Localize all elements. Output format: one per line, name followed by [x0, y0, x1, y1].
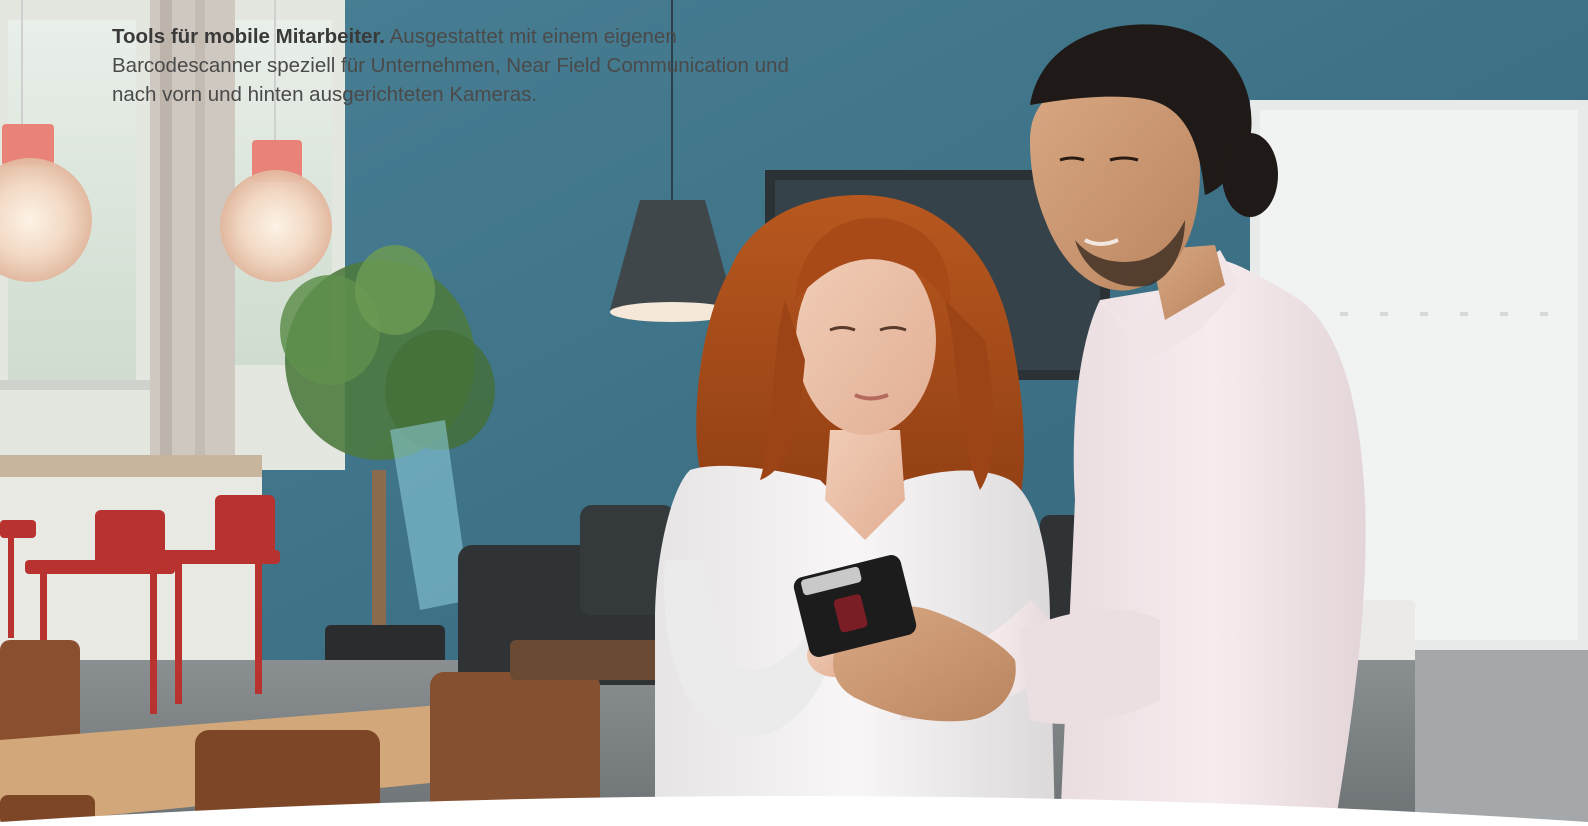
section-divider-curve [0, 796, 1588, 826]
hero-section: Tools für mobile Mitarbeiter. Ausgestatt… [0, 0, 1588, 826]
